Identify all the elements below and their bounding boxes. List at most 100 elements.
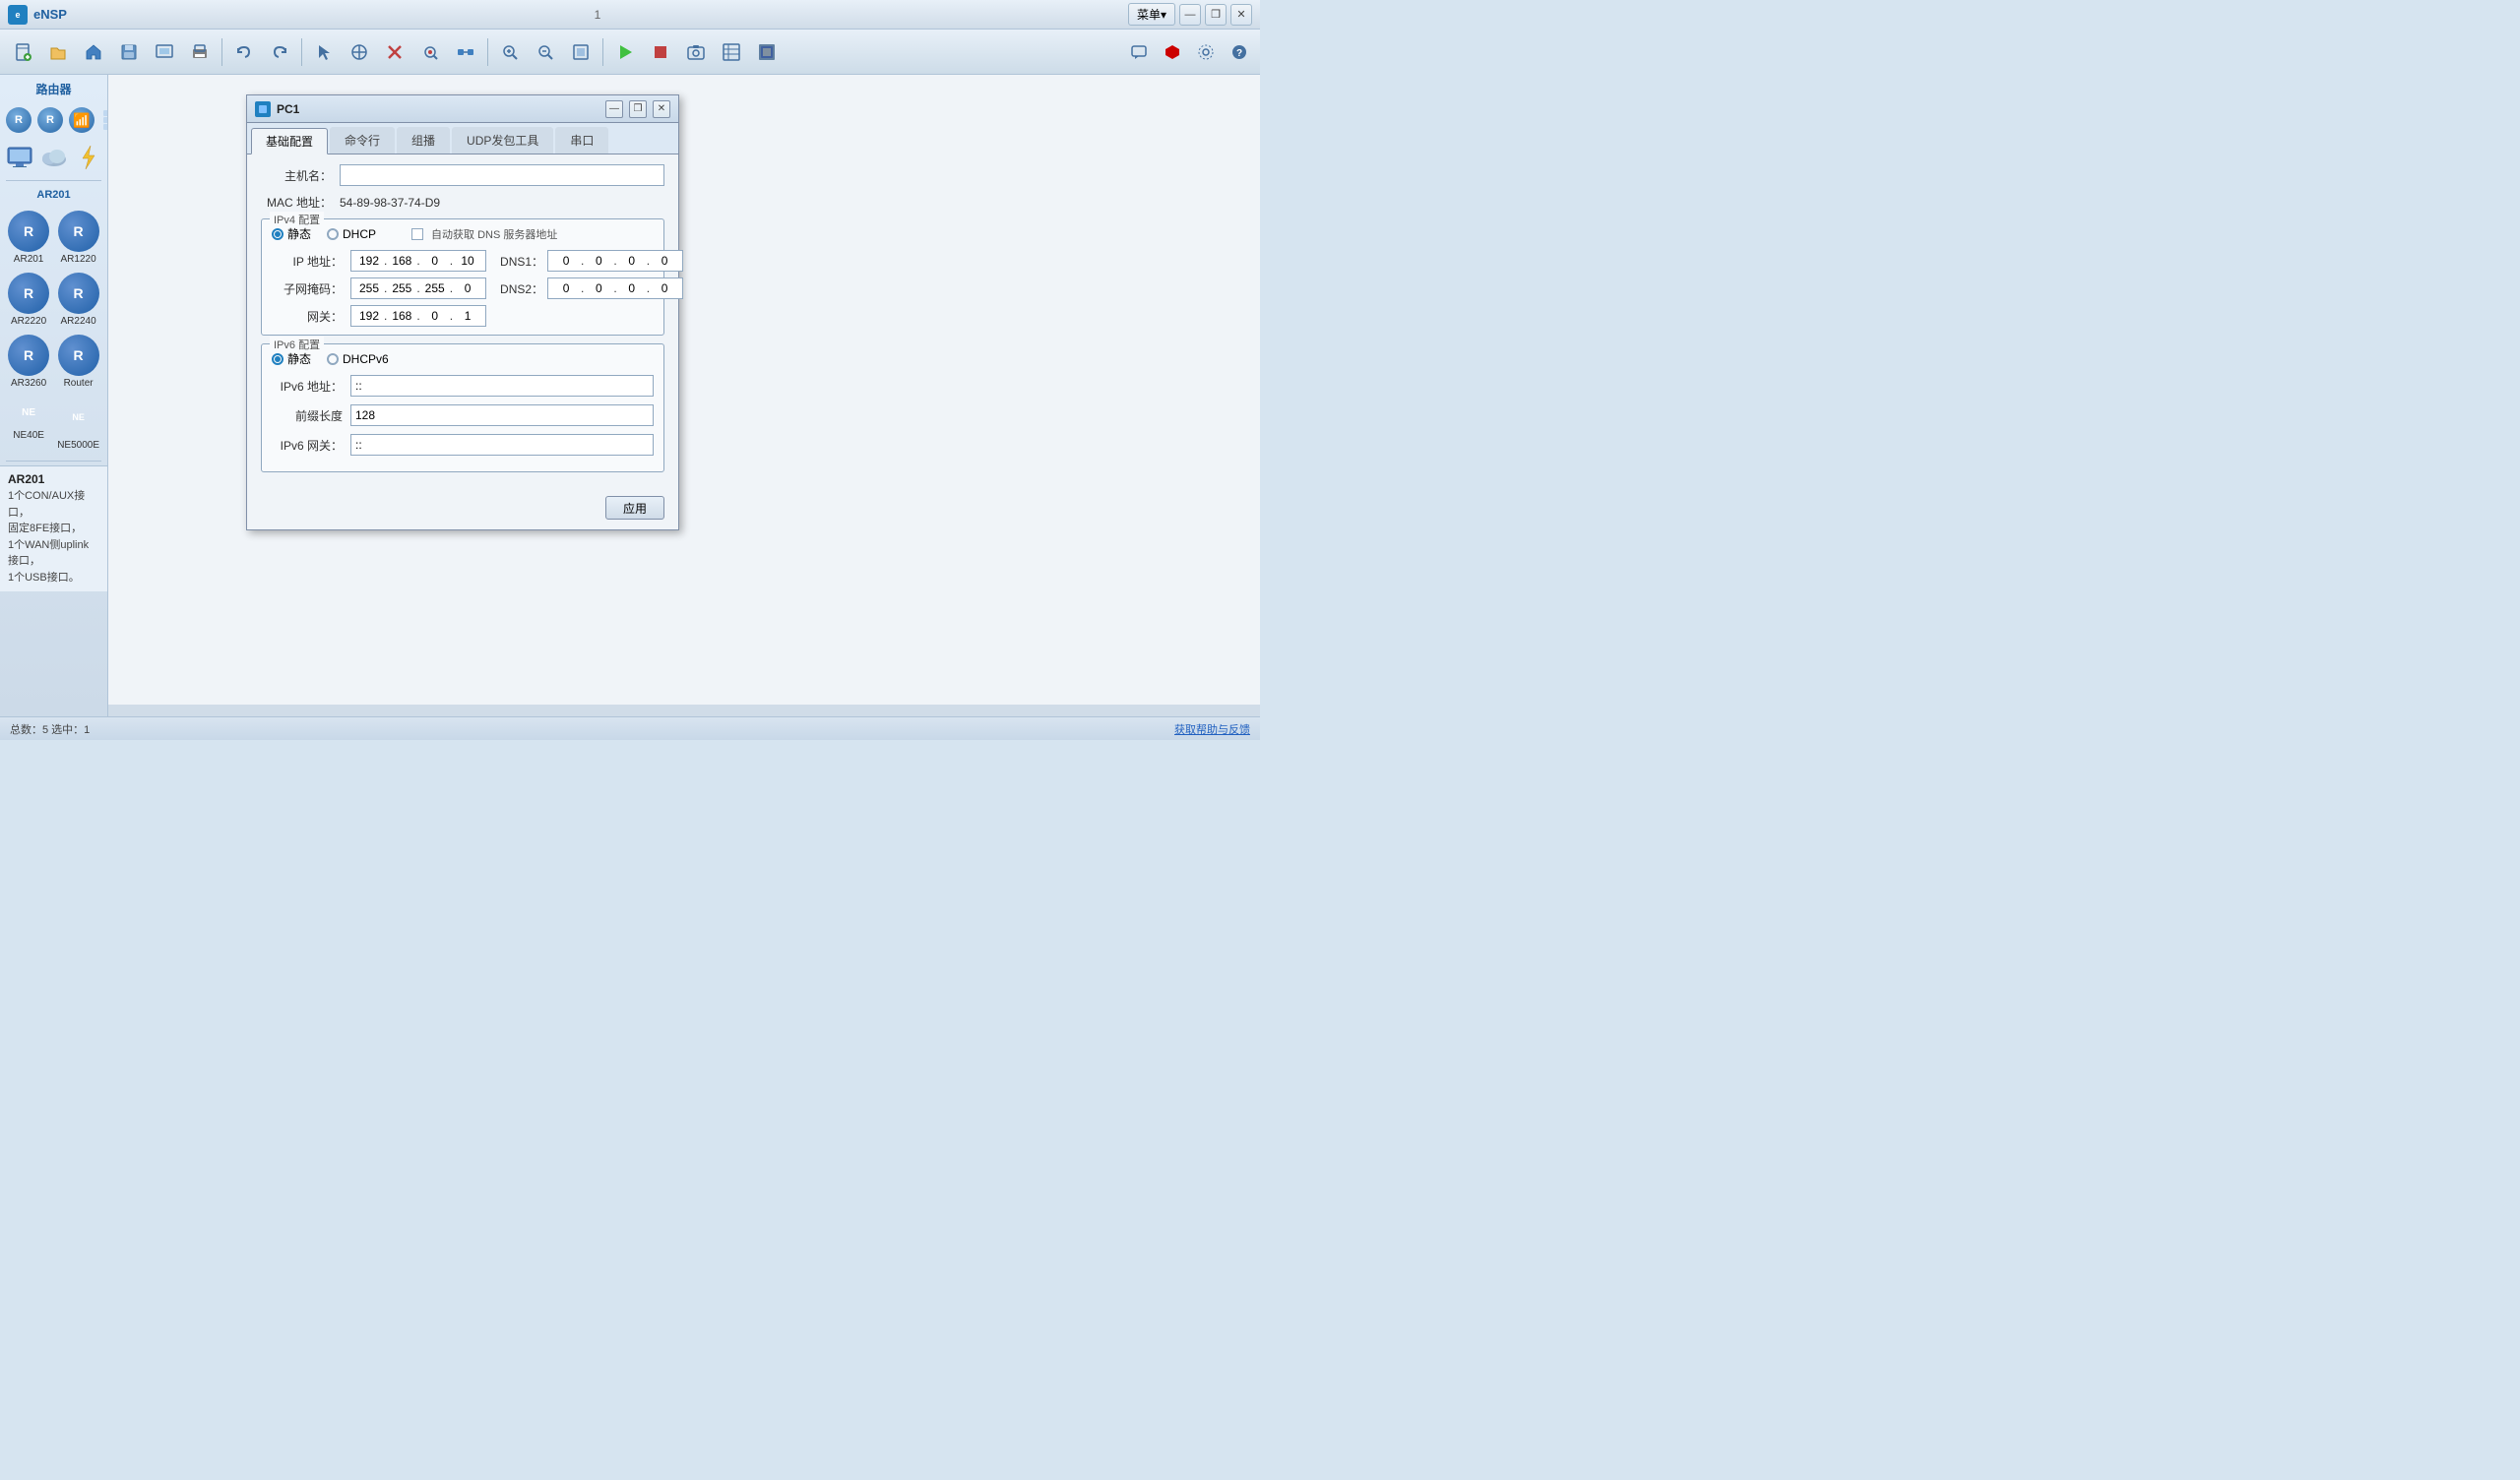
zoom-out-button[interactable] [529,35,562,69]
gw-seg1[interactable] [355,306,383,326]
menu-button[interactable]: 菜单▾ [1128,3,1175,26]
dns2-seg4[interactable] [651,278,678,298]
gw-seg2[interactable] [388,306,415,326]
ipv4-static-radio[interactable]: 静态 [272,225,311,242]
prefix-input[interactable] [350,404,654,426]
device-item-AR3260[interactable]: R AR3260 [6,333,51,391]
dialog-body: 主机名： MAC 地址： 54-89-98-37-74-D9 IPv4 配置 静 [247,154,678,490]
canvas-area[interactable]: PC1 — ❒ ✕ 基础配置 命令行 组播 UDP发包工具 串口 主机名： [108,75,1260,716]
new-button[interactable] [6,35,39,69]
dns2-seg2[interactable] [585,278,612,298]
NE40E-label: NE40E [13,430,44,441]
snapshot-button[interactable] [679,35,713,69]
dns1-seg4[interactable] [651,251,678,271]
sidebar-item-switch-top[interactable] [98,103,108,137]
message-button[interactable] [1124,37,1154,67]
ip-seg2[interactable] [388,251,415,271]
device-item-NE40E[interactable]: NE NE40E [6,395,51,453]
print-button[interactable] [183,35,217,69]
device-item-AR201[interactable]: R AR201 [6,209,51,267]
ipv6-dhcpv6-radio[interactable]: DHCPv6 [327,352,389,366]
minimize-button[interactable]: — [1179,4,1201,26]
ipv6-gw-input[interactable] [350,434,654,456]
device-item-AR2220[interactable]: R AR2220 [6,271,51,329]
gw-seg4[interactable] [454,306,481,326]
ipv6-addr-row: IPv6 地址： [272,375,654,397]
help-button[interactable]: ? [1225,37,1254,67]
tab-udp[interactable]: UDP发包工具 [452,127,553,154]
dns2-seg1[interactable] [552,278,580,298]
apply-button[interactable]: 应用 [605,496,664,520]
tab-multicast[interactable]: 组播 [397,127,450,154]
dns2-seg3[interactable] [618,278,646,298]
subnet-seg3[interactable] [421,278,449,298]
status-link[interactable]: 获取帮助与反馈 [1174,721,1250,737]
sidebar-item-monitor[interactable] [4,141,35,174]
subnet-label: 子网掩码： [272,280,350,297]
undo-button[interactable] [227,35,261,69]
sidebar-item-router1[interactable]: R [4,103,33,137]
device-item-AR2240[interactable]: R AR2240 [55,271,101,329]
pc1-dialog: PC1 — ❒ ✕ 基础配置 命令行 组播 UDP发包工具 串口 主机名： [246,94,679,530]
tab-cmd[interactable]: 命令行 [330,127,395,154]
top-icon-grid: R R 📶 [0,101,107,139]
ipv6-gw-label: IPv6 网关： [272,437,350,454]
status-bar: 总数：5 选中：1 获取帮助与反馈 [0,716,1260,740]
canvas-hscroll[interactable] [108,705,1260,716]
ipv6-addr-input[interactable] [350,375,654,397]
auto-dns-checkbox[interactable]: 自动获取 DNS 服务器地址 [411,226,557,242]
auto-dns-box [411,228,423,240]
open-button[interactable] [41,35,75,69]
hostname-input[interactable] [340,164,664,186]
ip-seg4[interactable] [454,251,481,271]
ip-seg1[interactable] [355,251,383,271]
ipv4-dhcp-radio[interactable]: DHCP [327,227,376,241]
subnet-seg1[interactable] [355,278,383,298]
ipv6-dhcpv6-radio-circle [327,353,339,365]
dialog-maximize-button[interactable]: ❒ [629,100,647,118]
subnet-seg4[interactable] [454,278,481,298]
fit-button[interactable] [564,35,598,69]
delete-button[interactable] [378,35,411,69]
link-button[interactable] [449,35,482,69]
maximize-button[interactable]: ❒ [1205,4,1227,26]
settings-button[interactable] [1191,37,1221,67]
dns1-seg1[interactable] [552,251,580,271]
select-button[interactable] [307,35,341,69]
save-button[interactable] [112,35,146,69]
start-all-button[interactable] [608,35,642,69]
sidebar-item-router2[interactable]: R [35,103,65,137]
capture-button[interactable] [413,35,447,69]
device-item-NE5000E[interactable]: NE NE5000E [55,395,101,453]
sep1 [221,38,222,66]
stop-all-button[interactable] [644,35,677,69]
zoom-in-button[interactable] [493,35,527,69]
close-button[interactable]: ✕ [1230,4,1252,26]
dialog-minimize-button[interactable]: — [605,100,623,118]
huawei-button[interactable] [1158,37,1187,67]
ip-seg3[interactable] [421,251,449,271]
ipv6-static-label: 静态 [287,350,311,367]
dns1-seg2[interactable] [585,251,612,271]
tab-basic[interactable]: 基础配置 [251,128,328,154]
sidebar-item-bolt[interactable] [73,141,103,174]
sidebar: 路由器 R R 📶 [0,75,108,716]
sidebar-divider1 [6,180,101,181]
sidebar-item-wifi[interactable]: 📶 [67,103,96,137]
device-item-Router[interactable]: R Router [55,333,101,391]
gw-seg3[interactable] [421,306,449,326]
tab-serial[interactable]: 串口 [555,127,608,154]
device-item-AR1220[interactable]: R AR1220 [55,209,101,267]
subnet-seg2[interactable] [388,278,415,298]
dialog-close-button[interactable]: ✕ [653,100,670,118]
dns2-label: DNS2： [500,280,547,297]
redo-button[interactable] [263,35,296,69]
topology-button[interactable] [750,35,784,69]
dns1-seg3[interactable] [618,251,646,271]
export-button[interactable] [148,35,181,69]
sidebar-item-cloud[interactable] [37,141,71,174]
config-button[interactable] [715,35,748,69]
ipv6-static-radio[interactable]: 静态 [272,350,311,367]
move-button[interactable] [343,35,376,69]
home-button[interactable] [77,35,110,69]
